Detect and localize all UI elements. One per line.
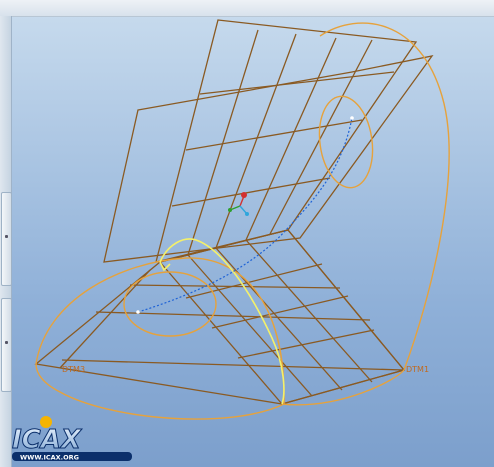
grid-line bbox=[199, 71, 395, 95]
grid-line bbox=[211, 295, 349, 329]
datum-plane-upright bbox=[155, 19, 418, 263]
trajectory-end-point bbox=[350, 116, 354, 120]
grid-line bbox=[187, 254, 313, 397]
grid-line bbox=[187, 29, 259, 256]
icax-logo-icon: ICAX WWW.ICAX.ORG bbox=[12, 416, 132, 462]
grid-line bbox=[269, 39, 373, 235]
trajectory-start-point bbox=[136, 310, 140, 314]
grid-line bbox=[245, 239, 373, 383]
grid-line bbox=[171, 177, 331, 207]
graphics-viewport[interactable]: DTM3 DTM1 ICAX WWW.ICAX.ORG bbox=[0, 0, 494, 467]
logo-url: WWW.ICAX.ORG bbox=[20, 454, 79, 462]
grid-line bbox=[185, 263, 323, 299]
grid-line bbox=[185, 119, 363, 151]
model-scene[interactable]: DTM3 DTM1 bbox=[0, 0, 494, 467]
section-circle-upper bbox=[318, 95, 374, 189]
datum-plane-group bbox=[34, 19, 434, 405]
grid-line bbox=[61, 359, 405, 371]
datum-label-dtm1: DTM1 bbox=[406, 365, 429, 374]
datum-label-dtm3: DTM3 bbox=[62, 365, 85, 374]
logo-text: ICAX bbox=[12, 425, 83, 455]
grid-line bbox=[215, 33, 297, 249]
section-circle-lower bbox=[123, 271, 217, 337]
grid-line bbox=[245, 37, 337, 241]
grid-line bbox=[59, 269, 151, 369]
sweep-section-upper bbox=[319, 22, 450, 371]
sketch-curves bbox=[35, 22, 450, 420]
